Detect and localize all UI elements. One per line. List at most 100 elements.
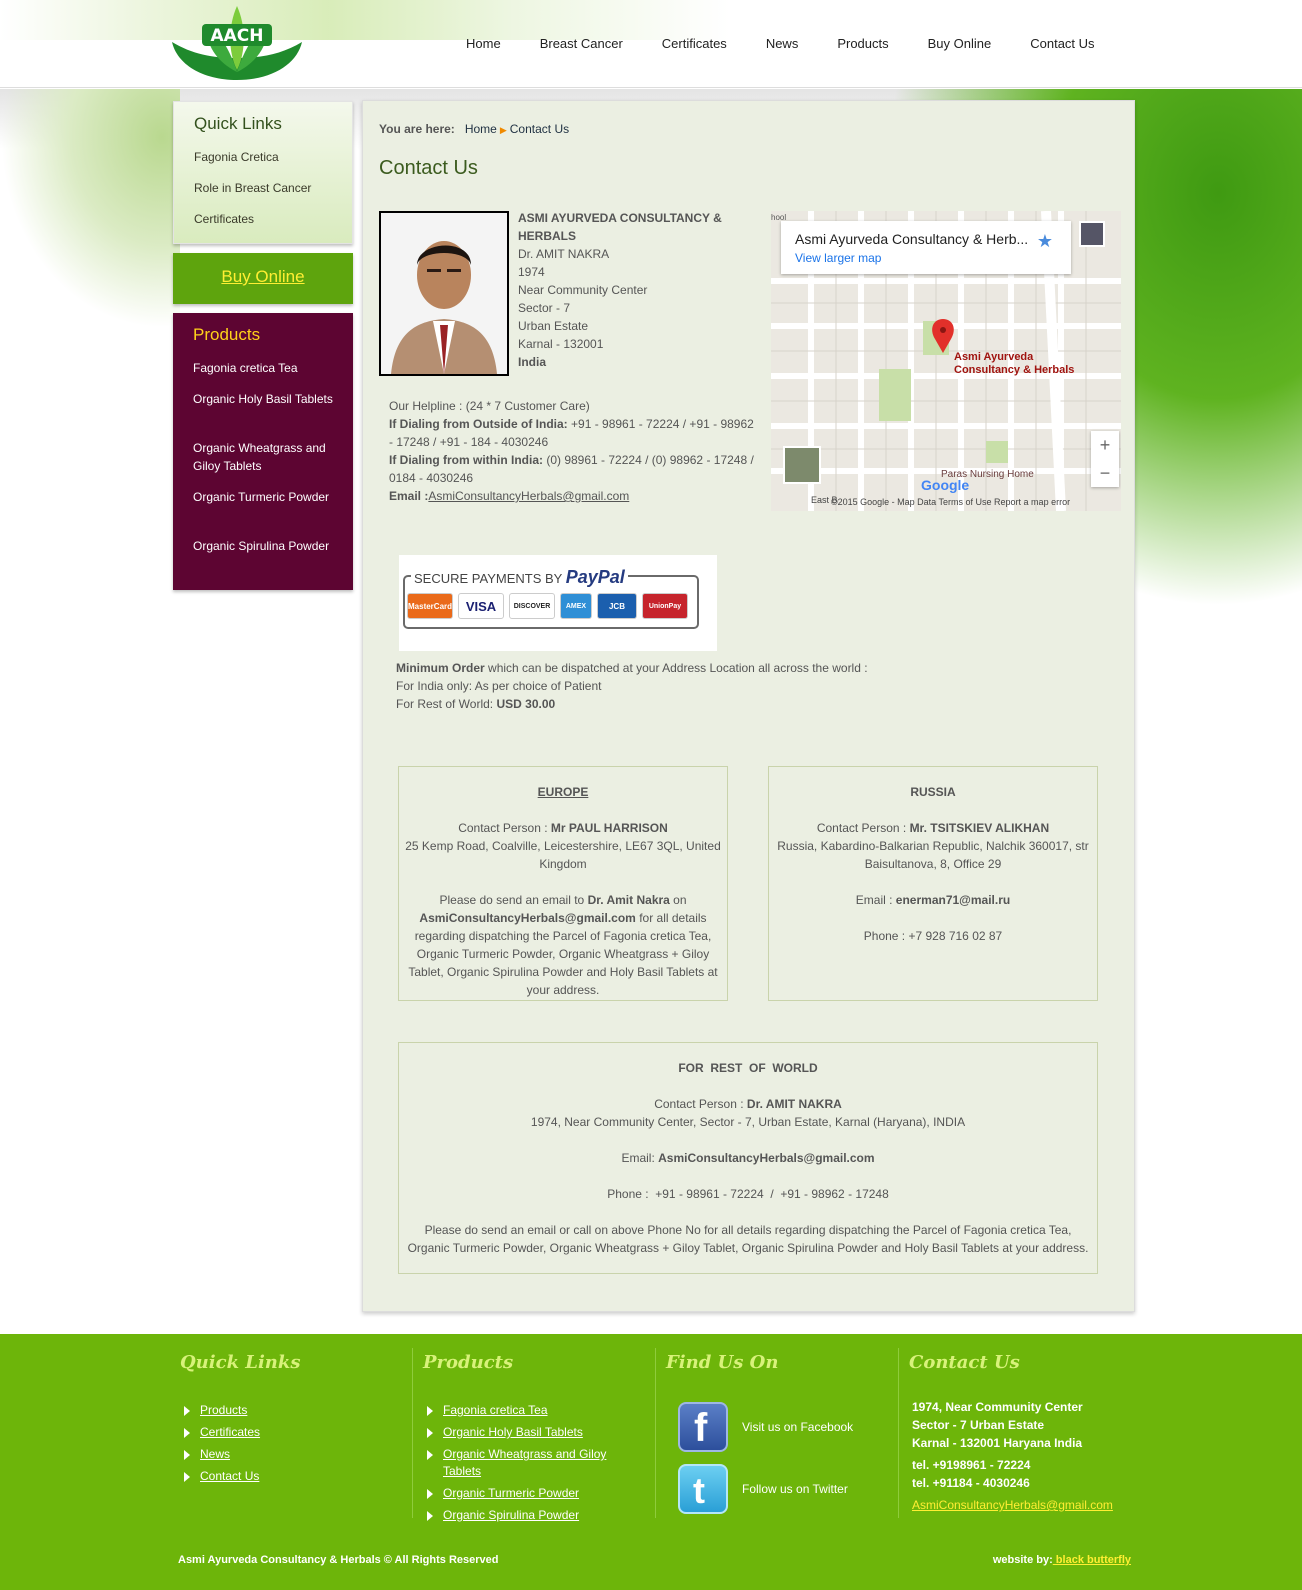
footer-product-turmeric[interactable]: Organic Turmeric Powder bbox=[425, 1485, 643, 1502]
paypal-secure-banner: SECURE PAYMENTS BY PayPal MasterCard VIS… bbox=[399, 555, 717, 651]
footer-product-spirulina[interactable]: Organic Spirulina Powder bbox=[425, 1507, 643, 1524]
footer-tel-2: tel. +91184 - 4030246 bbox=[912, 1476, 1030, 1490]
save-star-icon[interactable]: ★ bbox=[1037, 231, 1053, 252]
nav-products[interactable]: Products bbox=[837, 36, 888, 51]
nav-news[interactable]: News bbox=[766, 36, 799, 51]
header-leaves-decoration bbox=[0, 0, 730, 40]
nav-contact-us[interactable]: Contact Us bbox=[1030, 36, 1094, 51]
address-line: Sector - 7 bbox=[518, 301, 571, 315]
company-name: ASMI AYURVEDA CONSULTANCY & HERBALS bbox=[518, 211, 722, 243]
russia-contact-label: Contact Person : bbox=[816, 821, 910, 835]
credit-link[interactable]: black butterfly bbox=[1053, 1554, 1131, 1566]
view-larger-map-link[interactable]: View larger map bbox=[795, 251, 881, 265]
nav-certificates[interactable]: Certificates bbox=[662, 36, 727, 51]
europe-note-part: on bbox=[669, 893, 687, 907]
satellite-toggle[interactable] bbox=[783, 446, 821, 484]
twitter-icon[interactable]: t bbox=[678, 1464, 728, 1514]
footer-link-certificates[interactable]: Certificates bbox=[182, 1424, 260, 1441]
site-logo[interactable]: AACH bbox=[172, 2, 302, 82]
address-line: Near Community Center bbox=[518, 283, 648, 297]
quick-link-certificates[interactable]: Certificates bbox=[194, 212, 254, 226]
min-order-world-value: USD 30.00 bbox=[496, 697, 556, 711]
map-zoom-controls: + − bbox=[1091, 431, 1119, 487]
footer-address-line: Sector - 7 Urban Estate bbox=[912, 1418, 1045, 1432]
footer-product-wheatgrass[interactable]: Organic Wheatgrass and Giloy Tablets bbox=[425, 1446, 643, 1480]
amex-icon: AMEX bbox=[560, 593, 592, 619]
world-email: AsmiConsultancyHerbals@gmail.com bbox=[658, 1151, 875, 1165]
footer-product-holy-basil[interactable]: Organic Holy Basil Tablets bbox=[425, 1424, 643, 1441]
breadcrumb-arrow-icon: ▶ bbox=[499, 125, 507, 135]
facebook-link[interactable]: Visit us on Facebook bbox=[742, 1420, 853, 1434]
zoom-out-button[interactable]: − bbox=[1091, 459, 1119, 487]
min-order-india: For India only: As per choice of Patient bbox=[396, 679, 602, 693]
footer-divider bbox=[655, 1348, 656, 1518]
buy-online-panel: Buy Online bbox=[173, 253, 353, 304]
map-user-avatar[interactable] bbox=[1079, 221, 1105, 247]
paypal-title: SECURE PAYMENTS BY PayPal bbox=[411, 567, 628, 588]
europe-heading[interactable]: EUROPE bbox=[405, 783, 721, 801]
helpline-email-link[interactable]: AsmiConsultancyHerbals@gmail.com bbox=[428, 489, 629, 503]
footer-link-contact-us[interactable]: Contact Us bbox=[182, 1468, 260, 1485]
footer-address-line: 1974, Near Community Center bbox=[912, 1400, 1083, 1414]
europe-contact-label: Contact Person : bbox=[458, 821, 551, 835]
unionpay-icon: UnionPay bbox=[642, 593, 688, 619]
products-panel: Products Fagonia cretica Tea Organic Hol… bbox=[173, 313, 353, 590]
russia-email-label: Email : bbox=[855, 893, 896, 907]
min-order-text: which can be dispatched at your Address … bbox=[484, 661, 868, 675]
page-title: Contact Us bbox=[379, 157, 478, 179]
facebook-icon[interactable]: f bbox=[678, 1402, 728, 1452]
email-label: Email : bbox=[389, 489, 429, 503]
nav-buy-online[interactable]: Buy Online bbox=[928, 36, 992, 51]
footer-product-fagonia[interactable]: Fagonia cretica Tea bbox=[425, 1402, 643, 1419]
map-footer[interactable]: ©2015 Google - Map Data Terms of Use Rep… bbox=[831, 497, 1070, 507]
footer-quick-links-title: Quick Links bbox=[180, 1352, 301, 1373]
outside-india-label: If Dialing from Outside of India: bbox=[389, 417, 568, 431]
paypal-title-prefix: SECURE PAYMENTS BY bbox=[414, 571, 563, 586]
footer-address-line: Karnal - 132001 Haryana India bbox=[912, 1436, 1083, 1450]
site-footer: Quick Links Products Certificates News C… bbox=[0, 1334, 1302, 1590]
breadcrumb-prefix: You are here: bbox=[379, 122, 455, 136]
address-country: India bbox=[518, 355, 547, 369]
footer-contact: Contact Us 1974, Near Community Center S… bbox=[900, 1334, 1140, 1524]
quick-link-breast-cancer[interactable]: Role in Breast Cancer bbox=[194, 181, 311, 195]
world-email-label: Email: bbox=[621, 1151, 659, 1165]
quick-links-title: Quick Links bbox=[194, 114, 282, 133]
google-map[interactable]: Asmi Ayurveda Consultancy & Herb... View… bbox=[771, 211, 1121, 511]
footer-link-news[interactable]: News bbox=[182, 1446, 260, 1463]
product-link-wheatgrass[interactable]: Organic Wheatgrass and Giloy Tablets bbox=[193, 439, 343, 475]
footer-contact-title: Contact Us bbox=[909, 1352, 1020, 1373]
main-nav: Home Breast Cancer Certificates News Pro… bbox=[466, 36, 1134, 51]
product-link-turmeric[interactable]: Organic Turmeric Powder bbox=[193, 488, 343, 506]
footer-divider bbox=[412, 1348, 413, 1518]
world-address: 1974, Near Community Center, Sector - 7,… bbox=[530, 1115, 966, 1129]
products-title: Products bbox=[193, 325, 261, 344]
map-place-name: Asmi Ayurveda Consultancy & Herb... bbox=[795, 231, 1029, 247]
within-india-label: If Dialing from within India: bbox=[389, 453, 543, 467]
zoom-in-button[interactable]: + bbox=[1091, 431, 1119, 459]
buy-online-button[interactable]: Buy Online bbox=[221, 267, 304, 287]
footer-email-link[interactable]: AsmiConsultancyHerbals@gmail.com bbox=[912, 1496, 1142, 1514]
nav-breast-cancer[interactable]: Breast Cancer bbox=[540, 36, 623, 51]
product-link-fagonia-tea[interactable]: Fagonia cretica Tea bbox=[193, 359, 343, 377]
credit-label: website by: bbox=[992, 1554, 1053, 1566]
breadcrumb-home[interactable]: Home bbox=[465, 122, 497, 136]
mastercard-icon: MasterCard bbox=[407, 593, 453, 619]
address-line: Karnal - 132001 bbox=[518, 337, 604, 351]
product-link-spirulina[interactable]: Organic Spirulina Powder bbox=[193, 537, 343, 555]
product-link-holy-basil[interactable]: Organic Holy Basil Tablets bbox=[193, 390, 343, 408]
nav-home[interactable]: Home bbox=[466, 36, 501, 51]
address-line: Dr. AMIT NAKRA bbox=[518, 247, 610, 261]
russia-address: Russia, Kabardino-Balkarian Republic, Na… bbox=[777, 839, 1089, 871]
footer-link-products[interactable]: Products bbox=[182, 1402, 260, 1419]
russia-heading: RUSSIA bbox=[910, 785, 956, 799]
map-place-card: Asmi Ayurveda Consultancy & Herb... View… bbox=[781, 221, 1071, 274]
russia-contact-box: RUSSIA Contact Person : Mr. TSITSKIEV AL… bbox=[768, 766, 1098, 1001]
breadcrumb-current[interactable]: Contact Us bbox=[510, 122, 569, 136]
payment-cards: MasterCard VISA DISCOVER AMEX JCB UnionP… bbox=[407, 593, 688, 619]
helpline-intro: Our Helpline : (24 * 7 Customer Care) bbox=[389, 399, 590, 413]
website-credit: website by: black butterfly bbox=[993, 1554, 1131, 1566]
twitter-link[interactable]: Follow us on Twitter bbox=[742, 1482, 848, 1496]
quick-link-fagonia[interactable]: Fagonia Cretica bbox=[194, 150, 279, 164]
helpline-info: Our Helpline : (24 * 7 Customer Care) If… bbox=[389, 397, 759, 505]
rest-of-world-contact-box: FOR REST OF WORLD Contact Person : Dr. A… bbox=[398, 1042, 1098, 1274]
